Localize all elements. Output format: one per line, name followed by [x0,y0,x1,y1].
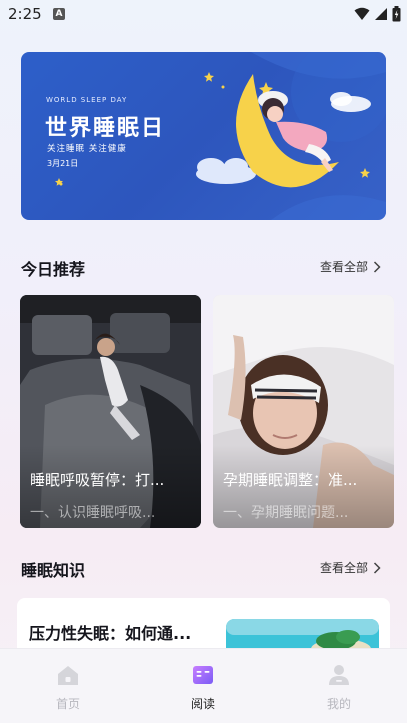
knowledge-item-title: 压力性失眠：如何通... [29,624,192,643]
nav-label-profile: 我的 [326,697,351,711]
card-subtitle: 一、孕期睡眠问题... [223,505,349,521]
article-card[interactable]: 睡眠呼吸暂停：打... 一、认识睡眠呼吸... [20,295,201,528]
signal-icon [375,8,387,20]
article-card[interactable]: 孕期睡眠调整：准... 一、孕期睡眠问题... [213,295,394,528]
card-subtitle: 一、认识睡眠呼吸... [30,505,156,521]
nav-label-read: 阅读 [190,697,215,711]
see-all-today-button[interactable]: 查看全部 [320,258,381,275]
home-icon [58,666,78,685]
see-all-knowledge-button[interactable]: 查看全部 [320,559,381,576]
banner-tagline: 关注睡眠 关注健康 [47,144,127,154]
card-title: 孕期睡眠调整：准... [223,471,358,489]
bottom-navigation: 首页 阅读 我的 [0,648,407,723]
status-time: 2:25 [8,5,42,23]
profile-icon [329,665,349,685]
chevron-right-icon [373,561,381,574]
banner-date: 3月21日 [47,159,79,168]
sleeping-woman-dark-image [20,295,201,528]
world-sleep-day-banner[interactable]: WORLD SLEEP DAY 世界睡眠日 关注睡眠 关注健康 3月21日 [21,52,386,220]
book-icon [193,666,213,684]
nav-item-profile[interactable]: 我的 [299,649,379,719]
sleeping-woman-eye-mask-image [213,295,394,528]
see-all-label: 查看全部 [320,260,369,274]
status-bar: 2:25 A [0,0,407,30]
banner-title: 世界睡眠日 [45,116,166,141]
section-title-knowledge: 睡眠知识 [21,561,86,580]
see-all-label: 查看全部 [320,561,369,575]
nav-item-read[interactable]: 阅读 [163,649,243,719]
banner-subtitle: WORLD SLEEP DAY [46,96,128,104]
notification-badge-icon: A [53,8,65,20]
chevron-right-icon [373,260,381,273]
wifi-icon [354,7,370,20]
card-title: 睡眠呼吸暂停：打... [30,471,165,489]
nav-label-home: 首页 [55,697,80,711]
battery-icon [392,6,401,22]
status-icons [354,5,401,23]
nav-item-home[interactable]: 首页 [28,649,108,719]
section-title-today: 今日推荐 [21,260,86,279]
